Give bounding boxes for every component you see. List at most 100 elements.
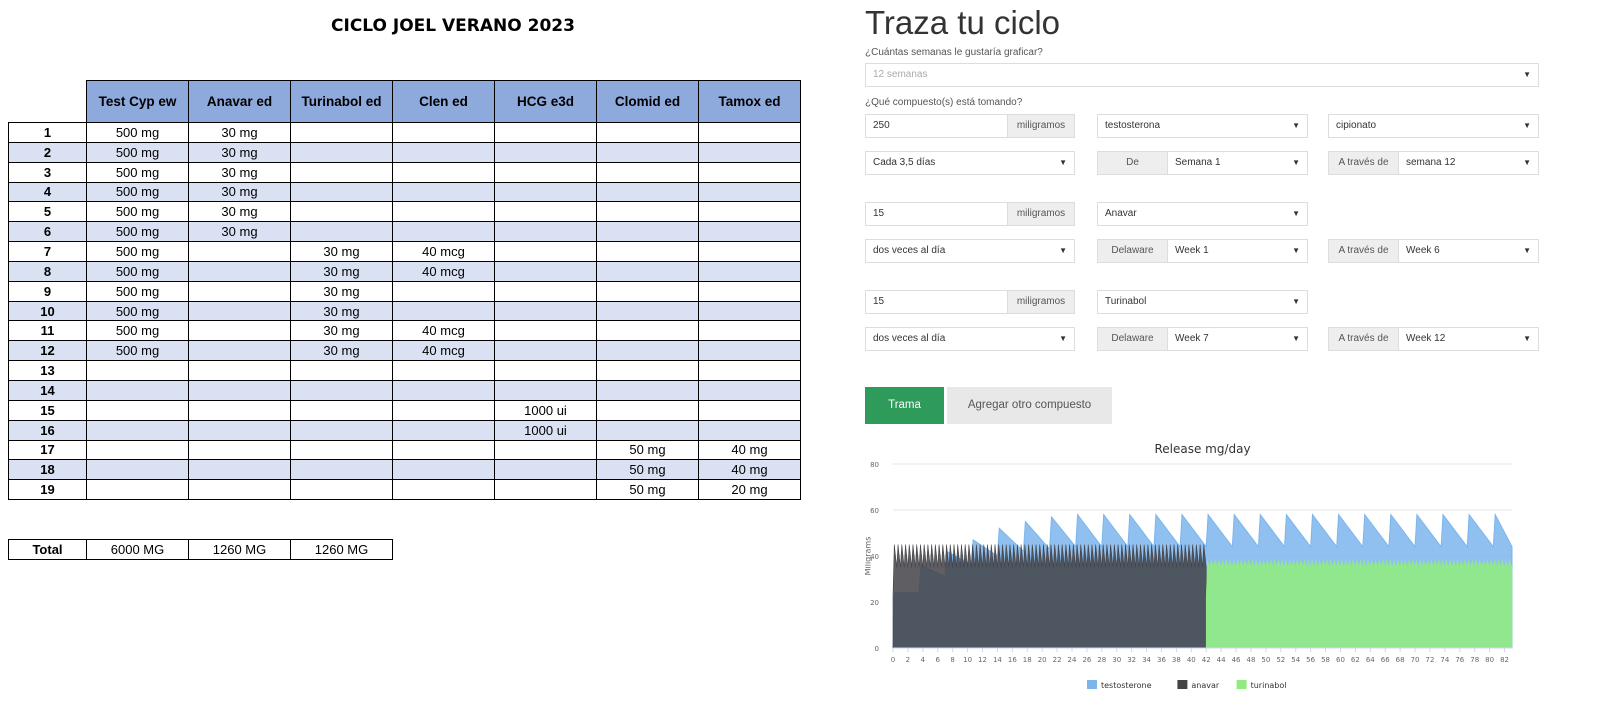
- dose-cell: [494, 280, 597, 302]
- page-title: Traza tu ciclo: [865, 4, 1061, 41]
- column-header: Tamox ed: [698, 80, 801, 123]
- dose-cell: [188, 399, 291, 421]
- dose-cell: 30 mg: [188, 181, 291, 203]
- chart-title: Release mg/day: [1154, 442, 1250, 456]
- y-tick-label: 0: [875, 645, 879, 653]
- compounds-question: ¿Qué compuesto(s) está tomando?: [865, 97, 1023, 108]
- compound-select[interactable]: Turinabol ▼: [1097, 290, 1308, 314]
- dose-cell: [698, 241, 801, 262]
- from-week-select[interactable]: Week 1 ▼: [1167, 239, 1308, 263]
- ester-select[interactable]: cipionato ▼: [1328, 114, 1539, 138]
- dose-value: 15: [873, 296, 885, 307]
- dose-cell: [596, 201, 699, 223]
- compound-value: testosterona: [1105, 120, 1161, 131]
- dose-cell: [290, 221, 393, 243]
- dose-cell: [596, 181, 699, 203]
- x-tick-label: 66: [1381, 656, 1390, 664]
- legend-label: turinabol: [1251, 681, 1287, 690]
- dose-cell: [392, 280, 495, 302]
- table-row: 17 50 mg 40 mg: [8, 439, 801, 461]
- from-week-value: Week 7: [1175, 333, 1209, 344]
- from-week-select[interactable]: Week 7 ▼: [1167, 327, 1308, 351]
- dose-input[interactable]: 250: [865, 114, 1008, 138]
- dose-cell: [596, 141, 699, 163]
- dose-cell: [698, 320, 801, 342]
- week-cell: 18: [8, 459, 87, 481]
- x-tick-label: 58: [1321, 656, 1330, 664]
- compound-select[interactable]: Anavar ▼: [1097, 202, 1308, 226]
- dose-cell: 500 mg: [86, 340, 189, 362]
- dose-cell: 1000 ui: [494, 419, 597, 441]
- spreadsheet: CICLO JOEL VERANO 2023 Test Cyp ew Anavar…: [0, 0, 820, 717]
- chevron-down-icon: ▼: [1292, 297, 1300, 306]
- total-cell: 1260 MG: [290, 539, 393, 560]
- chevron-down-icon: ▼: [1059, 158, 1067, 167]
- x-tick-label: 28: [1097, 656, 1106, 664]
- dose-cell: 30 mg: [290, 260, 393, 282]
- x-tick-label: 60: [1336, 656, 1345, 664]
- to-week-select[interactable]: Week 12 ▼: [1398, 327, 1539, 351]
- frequency-select[interactable]: Cada 3,5 días ▼: [865, 151, 1075, 175]
- x-tick-label: 68: [1396, 656, 1405, 664]
- unit-addon: miligramos: [1007, 114, 1075, 138]
- y-tick-label: 60: [870, 507, 879, 515]
- dose-cell: [596, 379, 699, 401]
- dose-cell: [494, 360, 597, 381]
- table-row: 13: [8, 360, 801, 381]
- dose-cell: [392, 221, 495, 243]
- dose-cell: 40 mcg: [392, 320, 495, 342]
- frequency-select[interactable]: dos veces al día ▼: [865, 239, 1075, 263]
- dose-cell: [698, 122, 801, 143]
- dose-cell: [290, 419, 393, 441]
- x-tick-label: 22: [1053, 656, 1062, 664]
- y-tick-label: 20: [870, 599, 879, 607]
- dose-cell: [596, 360, 699, 381]
- dose-cell: 30 mg: [188, 122, 291, 143]
- x-tick-label: 0: [891, 656, 895, 664]
- to-addon: A través de: [1328, 151, 1399, 175]
- dose-cell: [86, 459, 189, 481]
- unit-addon: miligramos: [1007, 290, 1075, 314]
- dose-cell: [494, 340, 597, 362]
- compound-select[interactable]: testosterona ▼: [1097, 114, 1308, 138]
- dose-input[interactable]: 15: [865, 202, 1008, 226]
- plot-button[interactable]: Trama: [865, 387, 944, 424]
- dose-cell: 30 mg: [290, 300, 393, 322]
- column-header: Test Cyp ew: [86, 80, 189, 123]
- to-week-select[interactable]: semana 12 ▼: [1398, 151, 1539, 175]
- chevron-down-icon: ▼: [1292, 158, 1300, 167]
- dose-cell: [392, 479, 495, 501]
- week-cell: 4: [8, 181, 87, 203]
- dose-cell: [188, 300, 291, 322]
- column-header: Turinabol ed: [290, 80, 393, 123]
- frequency-select[interactable]: dos veces al día ▼: [865, 327, 1075, 351]
- dose-cell: 500 mg: [86, 241, 189, 262]
- dose-cell: [392, 141, 495, 163]
- dose-cell: [188, 241, 291, 262]
- legend-swatch: [1087, 680, 1097, 689]
- dose-input[interactable]: 15: [865, 290, 1008, 314]
- week-cell: 16: [8, 419, 87, 441]
- add-compound-button[interactable]: Agregar otro compuesto: [947, 387, 1112, 424]
- week-cell: 12: [8, 340, 87, 362]
- weeks-question: ¿Cuántas semanas le gustaría graficar?: [865, 47, 1043, 58]
- column-header: Clen ed: [392, 80, 495, 123]
- to-week-select[interactable]: Week 6 ▼: [1398, 239, 1539, 263]
- corner-cell: [8, 80, 87, 123]
- x-tick-label: 20: [1038, 656, 1047, 664]
- dose-cell: 30 mg: [188, 141, 291, 163]
- table-row: 1 500 mg 30 mg: [8, 122, 801, 143]
- weeks-select[interactable]: 12 semanas ▼: [865, 63, 1539, 87]
- compound-value: Turinabol: [1105, 296, 1147, 307]
- dose-cell: [698, 181, 801, 203]
- dose-cell: [392, 181, 495, 203]
- from-week-value: Semana 1: [1175, 157, 1221, 168]
- table-row: 6 500 mg 30 mg: [8, 221, 801, 243]
- dose-cell: 30 mg: [290, 320, 393, 342]
- dose-cell: [290, 201, 393, 223]
- dose-cell: 1000 ui: [494, 399, 597, 421]
- dose-cell: [596, 161, 699, 183]
- from-week-select[interactable]: Semana 1 ▼: [1167, 151, 1308, 175]
- week-cell: 5: [8, 201, 87, 223]
- dose-cell: [188, 360, 291, 381]
